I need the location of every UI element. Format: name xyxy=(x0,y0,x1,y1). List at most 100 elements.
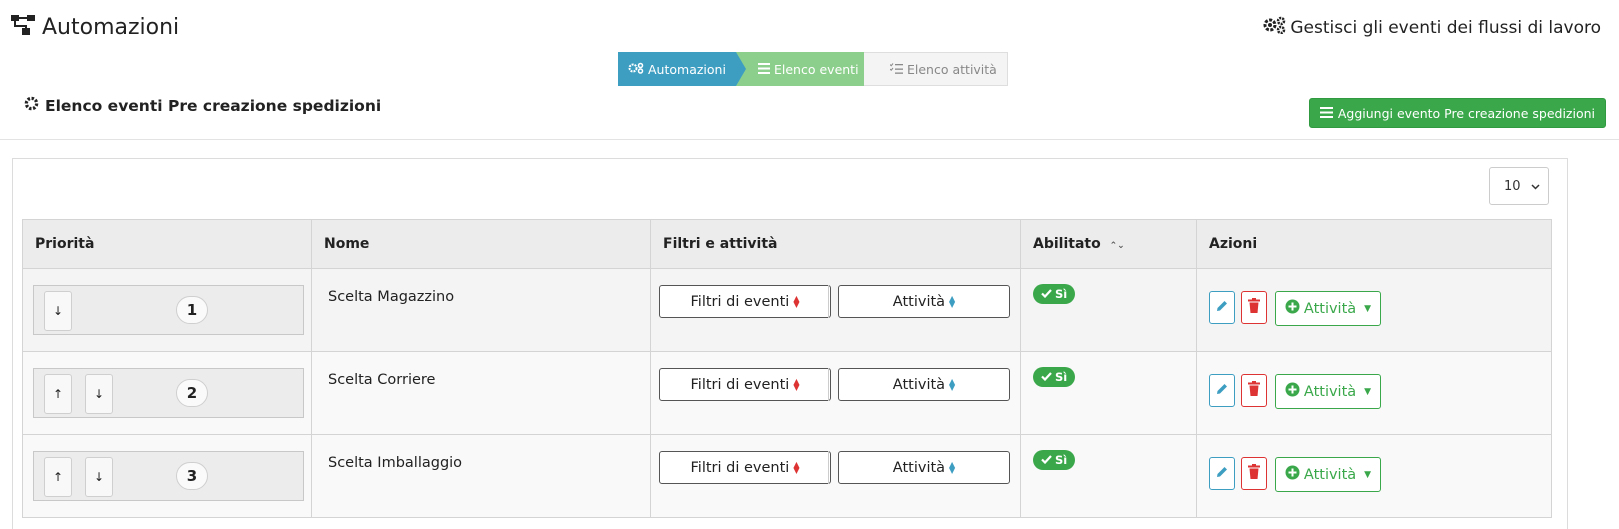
event-filters-label: Filtri di eventi xyxy=(690,459,790,476)
delete-button[interactable] xyxy=(1241,374,1267,407)
activities-label: Attività xyxy=(892,376,946,393)
delete-button[interactable] xyxy=(1241,457,1267,490)
filters-cell: Filtri di eventi ▲ ▼ Attività ▲ ▼ xyxy=(650,268,1021,352)
col-nome: Nome xyxy=(311,219,651,269)
table-header-row: Priorità Nome Filtri e attività Abilitat… xyxy=(22,219,1552,269)
step-label: Elenco eventi xyxy=(774,61,859,77)
priority-number: 2 xyxy=(176,379,208,407)
priority-cell: ↑ ↓ 2 xyxy=(22,351,312,435)
pencil-icon xyxy=(1215,299,1229,317)
table-row: ↑ ↓ 2 Scelta Corriere Filtri di eventi ▲… xyxy=(22,351,1552,435)
check-icon xyxy=(1041,287,1055,301)
pencil-icon xyxy=(1215,465,1229,483)
activity-dropdown-label: Attività xyxy=(1303,383,1357,400)
check-icon xyxy=(1041,370,1055,384)
checklist-icon xyxy=(889,62,907,77)
priority-control: ↑ ↓ 2 xyxy=(33,368,304,418)
activities-label: Attività xyxy=(892,293,946,310)
move-down-button[interactable]: ↓ xyxy=(85,457,113,497)
sort-blue-icon: ▲ ▼ xyxy=(949,293,956,309)
col-abilitato[interactable]: Abilitato ⌃⌄ xyxy=(1020,219,1197,269)
trash-icon xyxy=(1248,464,1260,483)
delete-button[interactable] xyxy=(1241,291,1267,324)
activity-dropdown-label: Attività xyxy=(1303,300,1357,317)
activities-button[interactable]: Attività ▲ ▼ xyxy=(838,451,1010,484)
sort-red-icon: ▲ ▼ xyxy=(793,459,800,475)
enabled-cell: Sì xyxy=(1020,434,1197,518)
priority-cell: ↓ 1 xyxy=(22,268,312,352)
add-event-label: Aggiungi evento Pre creazione spedizioni xyxy=(1337,105,1595,121)
edit-button[interactable] xyxy=(1209,374,1235,407)
events-table: Priorità Nome Filtri e attività Abilitat… xyxy=(22,219,1552,518)
col-priorita: Priorità xyxy=(22,219,312,269)
move-down-button[interactable]: ↓ xyxy=(44,291,72,331)
caret-down-icon: ▼ xyxy=(1364,469,1372,480)
plus-circle-icon xyxy=(1285,299,1304,318)
enabled-cell: Sì xyxy=(1020,351,1197,435)
table-row: ↓ 1 Scelta Magazzino Filtri di eventi ▲ ▼… xyxy=(22,268,1552,352)
edit-button[interactable] xyxy=(1209,291,1235,324)
col-azioni: Azioni xyxy=(1196,219,1552,269)
event-name: Scelta Magazzino xyxy=(311,268,651,352)
event-filters-button[interactable]: Filtri di eventi ▲ ▼ xyxy=(659,285,831,318)
move-down-button[interactable]: ↓ xyxy=(85,374,113,414)
page-size-select[interactable]: 10 xyxy=(1489,167,1549,205)
activity-dropdown-label: Attività xyxy=(1303,466,1357,483)
check-icon xyxy=(1041,453,1055,467)
edit-button[interactable] xyxy=(1209,457,1235,490)
step-automazioni[interactable]: Automazioni xyxy=(618,52,746,86)
sort-blue-icon: ▲ ▼ xyxy=(949,459,956,475)
page-title: Automazioni xyxy=(42,14,180,40)
activity-dropdown-button[interactable]: Attività ▼ xyxy=(1275,291,1381,326)
col-filtri: Filtri e attività xyxy=(650,219,1021,269)
activities-button[interactable]: Attività ▲ ▼ xyxy=(838,285,1010,318)
chevron-down-icon xyxy=(1531,179,1540,194)
enabled-label: Sì xyxy=(1055,287,1068,301)
trash-icon xyxy=(1248,381,1260,400)
caret-down-icon: ▼ xyxy=(1364,386,1372,397)
enabled-cell: Sì xyxy=(1020,268,1197,352)
event-filters-label: Filtri di eventi xyxy=(690,293,790,310)
event-filters-button[interactable]: Filtri di eventi ▲ ▼ xyxy=(659,368,831,401)
activities-label: Attività xyxy=(892,459,946,476)
pencil-icon xyxy=(1215,382,1229,400)
priority-number: 3 xyxy=(176,462,208,490)
section-title-text: Elenco eventi Pre creazione spedizioni xyxy=(45,96,382,115)
events-panel: 10 Priorità Nome Filtri e attività Abili… xyxy=(12,158,1568,529)
event-filters-button[interactable]: Filtri di eventi ▲ ▼ xyxy=(659,451,831,484)
move-up-button[interactable]: ↑ xyxy=(44,374,72,414)
step-elenco-attivita[interactable]: Elenco attività xyxy=(864,52,1008,86)
sort-red-icon: ▲ ▼ xyxy=(793,376,800,392)
priority-cell: ↑ ↓ 3 xyxy=(22,434,312,518)
activity-dropdown-button[interactable]: Attività ▼ xyxy=(1275,457,1381,492)
gears-icon xyxy=(628,62,648,77)
divider xyxy=(828,451,829,484)
actions-cell: Attività ▼ xyxy=(1196,434,1552,518)
list-icon xyxy=(1319,106,1338,121)
caret-down-icon: ▼ xyxy=(1364,303,1372,314)
gears-icon xyxy=(1262,16,1290,39)
step-elenco-eventi[interactable]: Elenco eventi xyxy=(736,52,864,86)
plus-circle-icon xyxy=(1285,382,1304,401)
sort-blue-icon: ▲ ▼ xyxy=(949,376,956,392)
move-up-button[interactable]: ↑ xyxy=(44,457,72,497)
page-size-value: 10 xyxy=(1504,178,1521,194)
arrow-down-icon: ↓ xyxy=(93,387,105,401)
arrow-up-icon: ↑ xyxy=(52,470,64,484)
priority-control: ↓ 1 xyxy=(33,285,304,335)
list-icon xyxy=(758,62,774,77)
header-right-text: Gestisci gli eventi dei flussi di lavoro xyxy=(1290,17,1601,38)
sort-icon: ⌃⌄ xyxy=(1109,241,1125,251)
arrow-down-icon: ↓ xyxy=(93,470,105,484)
activities-button[interactable]: Attività ▲ ▼ xyxy=(838,368,1010,401)
trash-icon xyxy=(1248,298,1260,317)
event-filters-label: Filtri di eventi xyxy=(690,376,790,393)
gear-icon xyxy=(24,96,45,115)
filters-cell: Filtri di eventi ▲ ▼ Attività ▲ ▼ xyxy=(650,351,1021,435)
enabled-label: Sì xyxy=(1055,453,1068,467)
sort-red-icon: ▲ ▼ xyxy=(793,293,800,309)
enabled-badge: Sì xyxy=(1033,367,1076,387)
activity-dropdown-button[interactable]: Attività ▼ xyxy=(1275,374,1381,409)
add-event-button[interactable]: Aggiungi evento Pre creazione spedizioni xyxy=(1308,98,1606,128)
step-label: Automazioni xyxy=(648,61,726,77)
